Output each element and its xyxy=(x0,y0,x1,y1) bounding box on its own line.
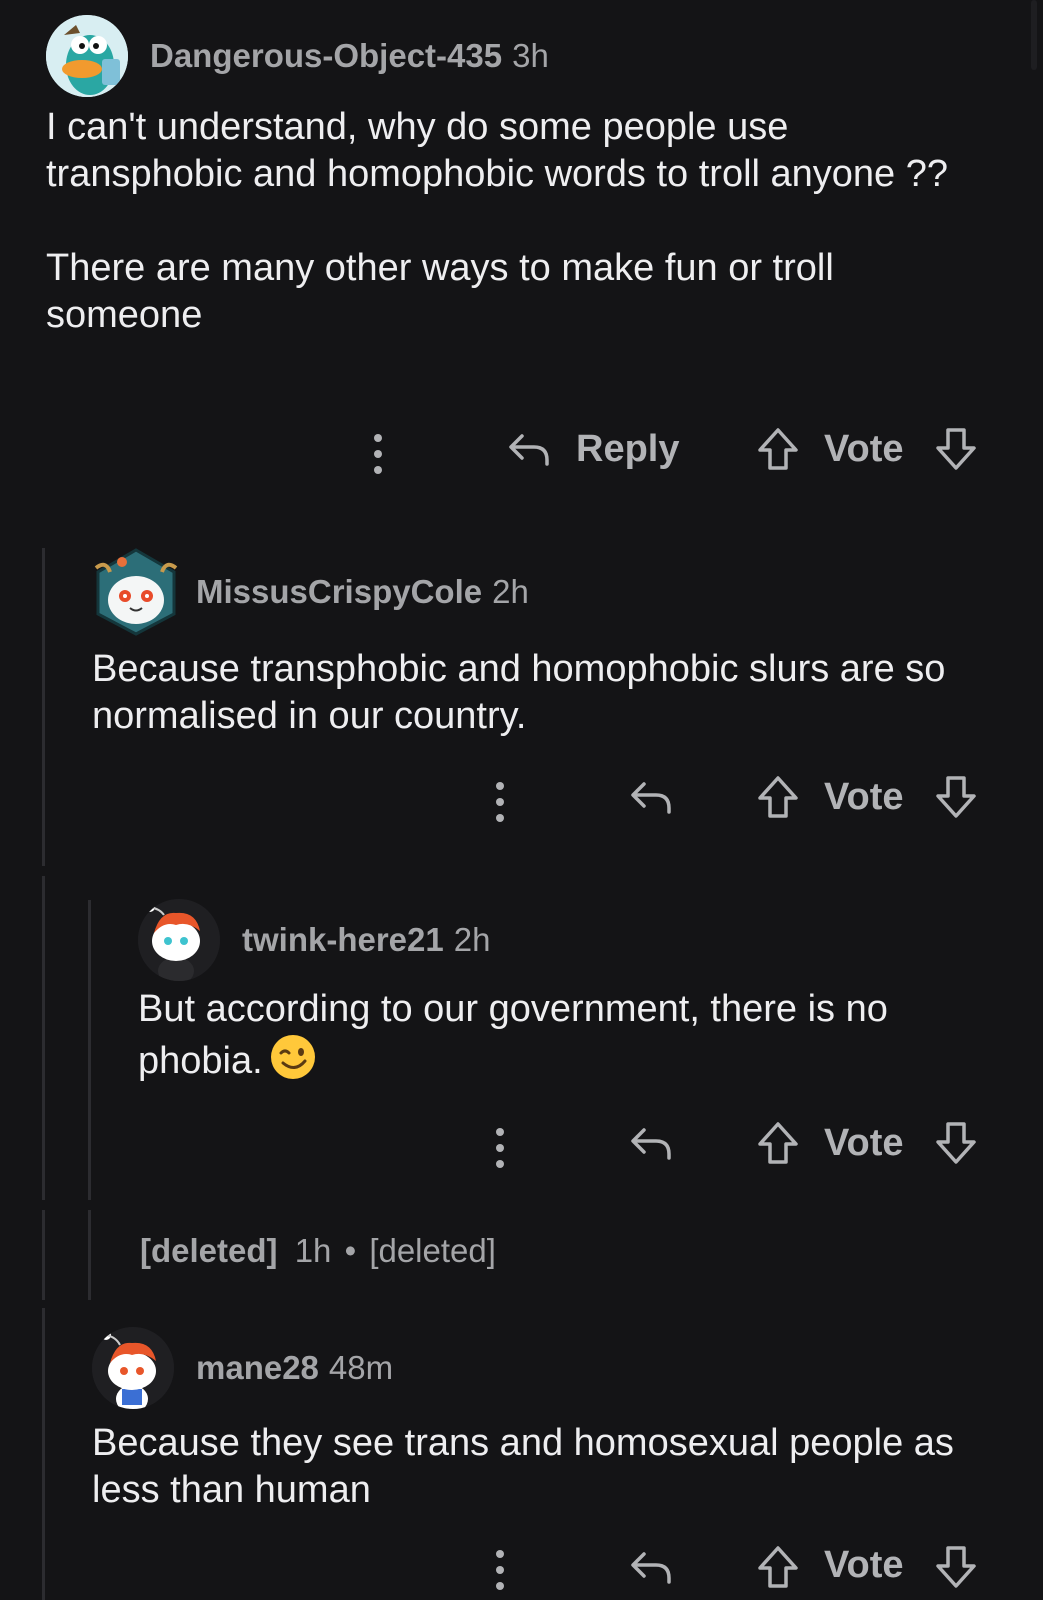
comment-age: 2h xyxy=(453,921,491,958)
thread-line-level-1[interactable] xyxy=(42,548,45,866)
upvote-button[interactable] xyxy=(756,774,800,820)
snow-creature-hexagon-avatar-icon xyxy=(94,548,178,636)
vertical-dots-icon xyxy=(496,782,504,822)
comment-body: Because they see trans and homosexual pe… xyxy=(92,1420,992,1514)
comment: MissusCrispyCole 2h Because transphobic … xyxy=(92,548,992,740)
upvote-button[interactable] xyxy=(756,1544,800,1590)
more-options-button[interactable] xyxy=(488,1548,512,1592)
reply-arrow-icon xyxy=(631,1552,671,1584)
comment-actions: Vote xyxy=(488,774,1000,830)
upvote-button[interactable] xyxy=(756,1120,800,1166)
avatar[interactable] xyxy=(92,1327,174,1409)
upvote-arrow-icon xyxy=(758,428,798,470)
upvote-button[interactable] xyxy=(756,426,800,472)
reply-arrow-icon xyxy=(509,434,549,466)
comment-paragraph: Because transphobic and homophobic slurs… xyxy=(92,648,946,737)
comment-body: But according to our government, there i… xyxy=(138,986,998,1093)
comment-actions: Vote xyxy=(488,1544,1000,1596)
comment-header: Dangerous-Object-435 3h xyxy=(46,14,986,98)
thread-line-level-2[interactable] xyxy=(88,1210,91,1300)
reply-button[interactable] xyxy=(628,1120,674,1166)
comment-author[interactable]: MissusCrispyCole xyxy=(196,573,482,611)
reply-arrow-icon xyxy=(631,782,671,814)
vote-count: Vote xyxy=(824,1544,904,1586)
avatar[interactable] xyxy=(92,548,180,636)
vertical-dots-icon xyxy=(496,1550,504,1590)
comment-body: [deleted] xyxy=(369,1232,496,1269)
vote-count: Vote xyxy=(824,776,904,818)
upvote-arrow-icon xyxy=(758,1546,798,1588)
reply-button[interactable] xyxy=(628,774,674,820)
comment-paragraph: There are many other ways to make fun or… xyxy=(46,247,834,336)
comment-body: Because transphobic and homophobic slurs… xyxy=(92,646,992,740)
downvote-button[interactable] xyxy=(934,774,978,820)
downvote-arrow-icon xyxy=(936,1546,976,1588)
downvote-arrow-icon xyxy=(936,1122,976,1164)
downvote-arrow-icon xyxy=(936,428,976,470)
thread-line-level-2[interactable] xyxy=(88,900,91,1200)
reply-button[interactable] xyxy=(628,1544,674,1590)
snoo-red-hair-avatar-icon xyxy=(92,1327,174,1409)
downvote-button[interactable] xyxy=(934,426,978,472)
downvote-button[interactable] xyxy=(934,1544,978,1590)
avatar[interactable] xyxy=(138,899,220,981)
comment-body: I can't understand, why do some people u… xyxy=(46,104,986,339)
comment-header: twink-here21 2h xyxy=(138,898,998,982)
more-options-button[interactable] xyxy=(488,1126,512,1170)
comment-author[interactable]: twink-here21 xyxy=(242,921,444,959)
comment: Dangerous-Object-435 3h I can't understa… xyxy=(46,14,986,339)
reply-arrow-icon xyxy=(631,1128,671,1160)
comment-text: But according to our government, there i… xyxy=(138,988,888,1082)
comment-age: 3h xyxy=(512,37,549,74)
comment-age: 2h xyxy=(492,573,529,610)
comment-header: MissusCrispyCole 2h xyxy=(92,548,992,636)
comment-paragraph: I can't understand, why do some people u… xyxy=(46,106,949,195)
more-options-button[interactable] xyxy=(366,432,390,476)
upvote-arrow-icon xyxy=(758,1122,798,1164)
snoo-red-hair-avatar-icon xyxy=(138,899,220,981)
thread-line-level-1[interactable] xyxy=(42,876,45,1200)
vote-count: Vote xyxy=(824,428,904,470)
comment-actions: Vote xyxy=(488,1120,1000,1176)
downvote-arrow-icon xyxy=(936,776,976,818)
comment: twink-here21 2h But according to our gov… xyxy=(138,898,998,1093)
avatar[interactable] xyxy=(46,15,128,97)
comment-actions: Reply Vote xyxy=(366,426,1000,482)
vertical-dots-icon xyxy=(496,1128,504,1168)
vote-count: Vote xyxy=(824,1122,904,1164)
comment-author: [deleted] xyxy=(140,1232,278,1269)
downvote-button[interactable] xyxy=(934,1120,978,1166)
comment-paragraph: Because they see trans and homosexual pe… xyxy=(92,1422,954,1511)
winking-face-emoji-icon xyxy=(269,1033,317,1093)
comment-author[interactable]: mane28 xyxy=(196,1349,319,1387)
upvote-arrow-icon xyxy=(758,776,798,818)
perry-platypus-avatar-icon xyxy=(46,15,128,97)
more-options-button[interactable] xyxy=(488,780,512,824)
comment-header: mane28 48m xyxy=(92,1326,992,1410)
meta-separator: • xyxy=(344,1232,357,1269)
deleted-comment[interactable]: [deleted] 1h • [deleted] xyxy=(140,1232,496,1270)
thread-line-level-1[interactable] xyxy=(42,1210,45,1300)
reply-button[interactable]: Reply xyxy=(506,426,679,472)
comment-author[interactable]: Dangerous-Object-435 xyxy=(150,37,502,75)
reply-label: Reply xyxy=(576,427,680,470)
comment: mane28 48m Because they see trans and ho… xyxy=(92,1326,992,1514)
comment-age: 1h xyxy=(294,1232,332,1269)
scrollbar[interactable] xyxy=(1031,0,1037,70)
comment-age: 48m xyxy=(328,1349,394,1386)
comment-paragraph: But according to our government, there i… xyxy=(138,986,998,1093)
thread-line-level-1[interactable] xyxy=(42,1308,45,1600)
vertical-dots-icon xyxy=(374,434,382,474)
